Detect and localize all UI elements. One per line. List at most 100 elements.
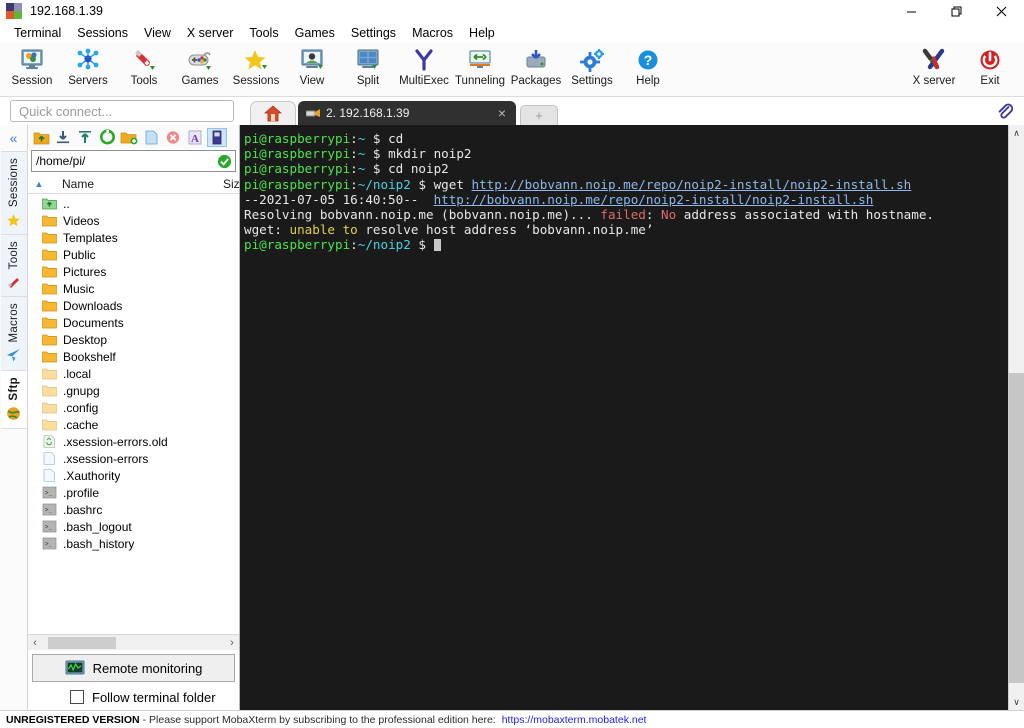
toolbar-multiexec-button[interactable]: MultiExec <box>396 43 452 95</box>
download-icon[interactable] <box>53 128 73 147</box>
quick-connect-input[interactable]: Quick connect... <box>10 100 234 122</box>
file-row[interactable]: Desktop <box>28 331 239 348</box>
terminal-scrollbar[interactable]: ∧ ∨ <box>1008 125 1024 710</box>
toolbar-tools-button[interactable]: Tools <box>116 43 172 95</box>
file-row[interactable]: .xsession-errors <box>28 450 239 467</box>
file-row[interactable]: .gnupg <box>28 382 239 399</box>
mobaxterm-link[interactable]: https://mobaxterm.mobatek.net <box>502 714 647 726</box>
file-row[interactable]: >_ .bashrc <box>28 501 239 518</box>
toolbar-settings-button[interactable]: Settings <box>564 43 620 95</box>
file-row[interactable]: Public <box>28 246 239 263</box>
terminal-tab-1[interactable]: 2. 192.168.1.39 × <box>298 101 516 125</box>
menu-games[interactable]: Games <box>287 24 343 42</box>
menu-terminal[interactable]: Terminal <box>6 24 69 42</box>
sort-ascending-icon[interactable]: ▲ <box>28 179 50 189</box>
file-row[interactable]: .Xauthority <box>28 467 239 484</box>
home-tab-button[interactable] <box>250 101 296 125</box>
file-row[interactable]: .. <box>28 195 239 212</box>
file-name: Videos <box>63 213 100 228</box>
scroll-down-arrow[interactable]: ∨ <box>1009 694 1024 710</box>
file-row[interactable]: Pictures <box>28 263 239 280</box>
folder-icon <box>42 282 57 295</box>
file-row[interactable]: .cache <box>28 416 239 433</box>
toolbar-x-server-button[interactable]: X server <box>906 43 962 95</box>
hscroll-left-arrow[interactable]: ‹ <box>28 637 42 649</box>
paperclip-icon[interactable] <box>994 100 1016 122</box>
text-edit-icon[interactable]: A <box>185 128 205 147</box>
menu-tools[interactable]: Tools <box>241 24 286 42</box>
terminal-text: failed <box>600 207 646 223</box>
follow-terminal-folder-checkbox[interactable] <box>70 690 84 704</box>
toolbar-tunneling-button[interactable]: Tunneling <box>452 43 508 95</box>
file-row[interactable]: Downloads <box>28 297 239 314</box>
sidebar-item-sftp[interactable]: Sftp <box>0 369 27 429</box>
drive-view-icon[interactable] <box>207 127 227 147</box>
file-row[interactable]: .xsession-errors.old <box>28 433 239 450</box>
globe-icon <box>6 406 22 422</box>
column-header-name[interactable]: Name <box>50 177 223 191</box>
file-path-bar[interactable]: /home/pi/ <box>31 150 236 172</box>
sidebar-item-sessions[interactable]: Sessions <box>0 151 27 236</box>
collapse-sidebar-button[interactable]: « <box>0 125 27 151</box>
terminal-cursor <box>433 239 441 252</box>
refresh-icon[interactable] <box>97 128 117 147</box>
toolbar-help-button[interactable]: ? Help <box>620 43 676 95</box>
scroll-track[interactable] <box>1008 141 1024 694</box>
remote-monitoring-button[interactable]: Remote monitoring <box>32 654 235 682</box>
toolbar-exit-button[interactable]: Exit <box>962 43 1018 95</box>
sidebar-item-tools[interactable]: Tools <box>0 234 27 298</box>
menu-view[interactable]: View <box>136 24 179 42</box>
toolbar-packages-button[interactable]: Packages <box>508 43 564 95</box>
upload-icon[interactable] <box>75 128 95 147</box>
terminal-link[interactable]: http://bobvann.noip.me/repo/noip2-instal… <box>434 192 874 207</box>
terminal-text: : <box>645 207 662 223</box>
toolbar-session-label: Session <box>11 75 53 87</box>
menu-help[interactable]: Help <box>461 24 503 42</box>
file-row[interactable]: >_ .bash_history <box>28 535 239 552</box>
new-file-icon[interactable] <box>141 128 161 147</box>
hscroll-thumb[interactable] <box>48 636 116 649</box>
file-list-hscrollbar[interactable]: ‹ › <box>28 634 239 650</box>
hscroll-right-arrow[interactable]: › <box>225 637 239 649</box>
toolbar-session-button[interactable]: Session <box>4 43 60 95</box>
file-row[interactable]: Bookshelf <box>28 348 239 365</box>
terminal-link[interactable]: http://bobvann.noip.me/repo/noip2-instal… <box>472 177 912 192</box>
menu-macros[interactable]: Macros <box>404 24 461 42</box>
toolbar-sessions-button[interactable]: Sessions <box>228 43 284 95</box>
toolbar-split-button[interactable]: Split <box>340 43 396 95</box>
menu-sessions[interactable]: Sessions <box>69 24 136 42</box>
menu-settings[interactable]: Settings <box>343 24 404 42</box>
file-row[interactable]: Music <box>28 280 239 297</box>
close-button[interactable] <box>979 0 1024 22</box>
hscroll-track[interactable] <box>42 636 225 649</box>
file-row[interactable]: .config <box>28 399 239 416</box>
maximize-button[interactable] <box>934 0 979 22</box>
terminal-output[interactable]: pi@raspberrypi:~ $ cd pi@raspberrypi:~ $ … <box>240 125 1008 710</box>
toolbar-servers-button[interactable]: Servers <box>60 43 116 95</box>
toolbar-view-button[interactable]: View <box>284 43 340 95</box>
scroll-thumb[interactable] <box>1008 373 1024 683</box>
file-row[interactable]: >_ .bash_logout <box>28 518 239 535</box>
file-row[interactable]: Videos <box>28 212 239 229</box>
new-tab-button[interactable]: + <box>520 105 558 125</box>
new-folder-icon[interactable] <box>119 128 139 147</box>
file-icon <box>42 469 57 482</box>
file-list[interactable]: .. Videos Templates Public Pictures Music Down… <box>28 194 239 634</box>
menu-x-server[interactable]: X server <box>179 24 242 42</box>
terminal-text: $ <box>410 237 434 253</box>
terminal-line: Resolving bobvann.noip.me (bobvann.noip.… <box>244 207 1004 222</box>
delete-icon[interactable] <box>163 128 183 147</box>
toolbar-games-button[interactable]: Games <box>172 43 228 95</box>
file-row[interactable]: .local <box>28 365 239 382</box>
scroll-up-arrow[interactable]: ∧ <box>1009 125 1024 141</box>
file-row[interactable]: Documents <box>28 314 239 331</box>
tab-close-icon[interactable]: × <box>494 105 510 121</box>
column-header-size[interactable]: Size <box>223 177 239 191</box>
terminal-text: : <box>350 131 358 146</box>
minimize-button[interactable] <box>889 0 934 22</box>
file-row[interactable]: Templates <box>28 229 239 246</box>
parent-folder-icon[interactable] <box>31 128 51 147</box>
sidebar-item-macros[interactable]: Macros <box>0 296 27 371</box>
file-row[interactable]: >_ .profile <box>28 484 239 501</box>
follow-terminal-folder-row[interactable]: Follow terminal folder <box>28 684 239 710</box>
